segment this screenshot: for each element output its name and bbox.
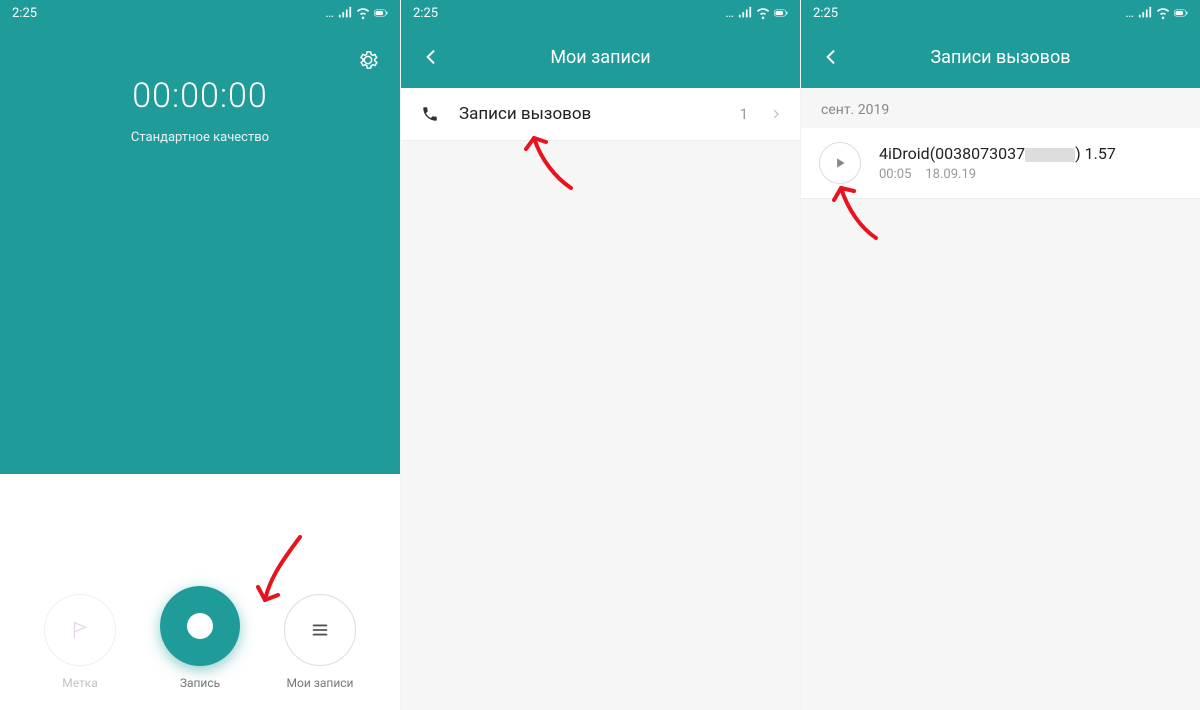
status-icons: … (1125, 6, 1188, 21)
battery-icon (374, 6, 388, 20)
my-recordings-button[interactable]: Мои записи (284, 594, 356, 690)
hamburger-icon (309, 619, 331, 641)
page-title: Мои записи (401, 47, 800, 68)
row-count: 1 (740, 105, 748, 123)
call-recordings-row[interactable]: Записи вызовов 1 (401, 88, 800, 141)
wifi-icon (1156, 6, 1170, 20)
status-time: 2:25 (12, 6, 37, 21)
recorder-hero: 00:00:00 Стандартное качество (0, 26, 400, 474)
status-time: 2:25 (413, 6, 438, 21)
recording-duration: 00:05 (879, 167, 911, 182)
status-icons: … (725, 6, 788, 21)
gear-icon (357, 49, 379, 71)
more-icon: … (725, 6, 734, 21)
screen-recorder: 2:25 … 00:00:00 Стандартное качество Мет… (0, 0, 400, 710)
record-icon (160, 586, 240, 666)
recording-title: 4iDroid(0038073037) 1.57 (879, 144, 1182, 163)
recordings-categories-list: Записи вызовов 1 (401, 88, 800, 710)
chevron-right-icon (770, 105, 782, 124)
recording-date: 18.09.19 (925, 167, 976, 182)
status-time: 2:25 (813, 6, 838, 21)
my-recordings-label: Мои записи (287, 676, 354, 690)
record-label: Запись (180, 676, 220, 690)
wifi-icon (356, 6, 370, 20)
page-title: Записи вызовов (801, 47, 1200, 68)
recording-meta: 00:05 18.09.19 (879, 167, 1182, 182)
battery-icon (774, 6, 788, 20)
record-button[interactable]: Запись (160, 586, 240, 690)
signal-icon (338, 6, 352, 20)
section-header: сент. 2019 (801, 88, 1200, 128)
flag-button[interactable]: Метка (44, 594, 116, 690)
settings-button[interactable] (354, 46, 382, 74)
chevron-left-icon (821, 47, 841, 67)
status-bar: 2:25 … (801, 0, 1200, 26)
signal-icon (1138, 6, 1152, 20)
flag-icon (69, 619, 91, 641)
status-icons: … (325, 6, 388, 21)
screen-call-recordings: 2:25 … Записи вызовов сент. 2019 4iDroid… (800, 0, 1200, 710)
status-bar: 2:25 … (0, 0, 400, 26)
play-button[interactable] (819, 142, 861, 184)
timer-display: 00:00:00 (132, 76, 267, 116)
screen-my-recordings: 2:25 … Мои записи Записи вызовов 1 (400, 0, 800, 710)
controls-bar: Метка Запись Мои записи (0, 474, 400, 710)
row-title: Записи вызовов (459, 104, 722, 124)
back-button[interactable] (813, 39, 849, 75)
chevron-left-icon (421, 47, 441, 67)
status-bar: 2:25 … (401, 0, 800, 26)
battery-icon (1174, 6, 1188, 20)
flag-label: Метка (62, 676, 98, 690)
wifi-icon (756, 6, 770, 20)
more-icon: … (325, 6, 334, 21)
recordings-list: сент. 2019 4iDroid(0038073037) 1.57 00:0… (801, 88, 1200, 710)
app-header: Мои записи (401, 26, 800, 88)
phone-icon (421, 105, 439, 123)
recording-info: 4iDroid(0038073037) 1.57 00:05 18.09.19 (879, 144, 1182, 182)
redacted-text (1025, 148, 1075, 162)
recording-item[interactable]: 4iDroid(0038073037) 1.57 00:05 18.09.19 (801, 128, 1200, 199)
more-icon: … (1125, 6, 1134, 21)
signal-icon (738, 6, 752, 20)
quality-label: Стандартное качество (131, 130, 269, 145)
back-button[interactable] (413, 39, 449, 75)
play-icon (833, 156, 847, 170)
app-header: Записи вызовов (801, 26, 1200, 88)
